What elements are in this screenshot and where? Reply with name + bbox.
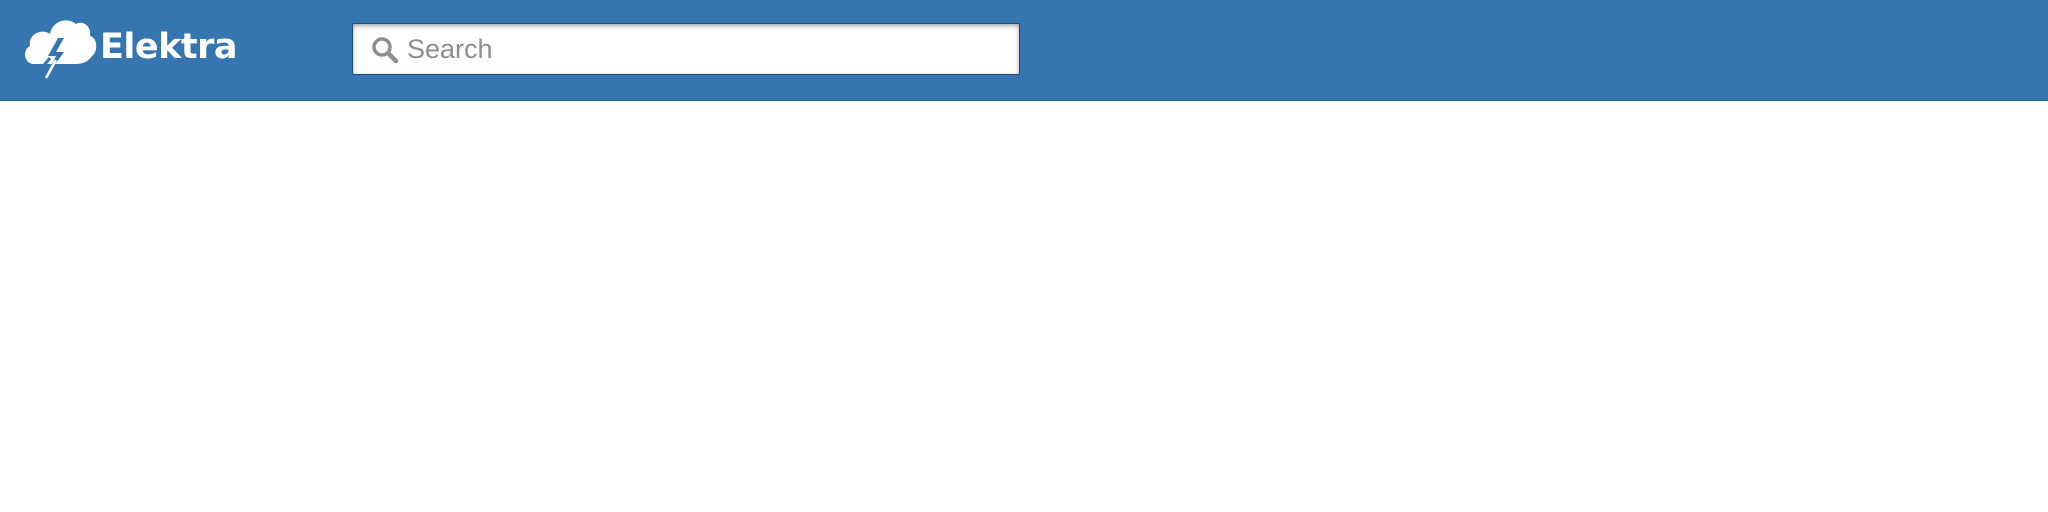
search-input[interactable] — [407, 24, 1007, 74]
cloud-lightning-icon — [25, 20, 97, 80]
brand-home-link[interactable]: Elektra — [22, 12, 238, 86]
search-icon — [372, 37, 399, 64]
main-content-area — [0, 101, 2048, 512]
top-navigation-bar: Elektra — [0, 0, 2048, 101]
brand-name: Elektra — [100, 26, 238, 67]
search-box[interactable] — [352, 23, 1020, 75]
